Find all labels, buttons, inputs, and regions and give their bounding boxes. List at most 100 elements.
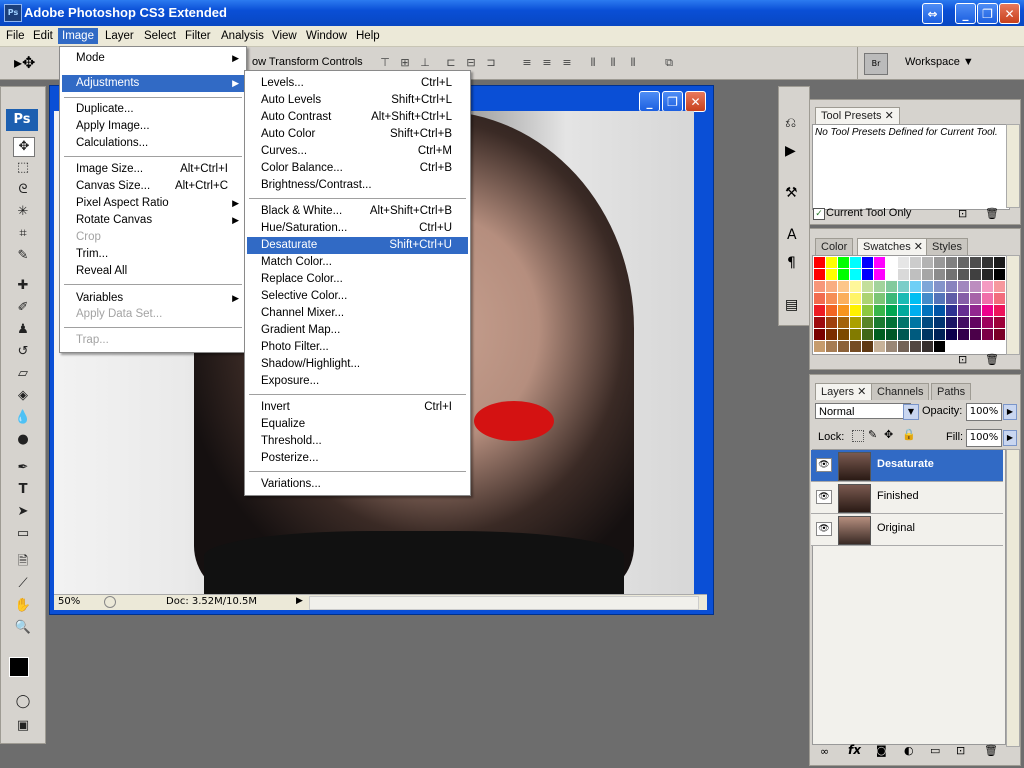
- screen-mode-icon[interactable]: ▣: [13, 717, 33, 735]
- menu-help[interactable]: Help: [352, 28, 384, 44]
- move-tool-icon[interactable]: ✥: [13, 137, 35, 157]
- color-swatch[interactable]: [958, 329, 969, 340]
- character-panel-icon[interactable]: A: [787, 227, 797, 243]
- color-swatch[interactable]: [994, 293, 1005, 304]
- dodge-tool-icon[interactable]: ●: [13, 431, 33, 449]
- color-swatch[interactable]: [898, 257, 909, 268]
- tab-tool-presets[interactable]: Tool Presets ✕: [815, 107, 900, 124]
- menu-item-variables[interactable]: Variables ▶: [62, 290, 244, 307]
- color-swatch[interactable]: [838, 305, 849, 316]
- healing-brush-icon[interactable]: ✚: [13, 277, 33, 295]
- new-swatch-icon[interactable]: ⊡: [958, 353, 967, 366]
- eye-icon[interactable]: 👁: [816, 458, 832, 472]
- actions-panel-icon[interactable]: ▶: [785, 143, 796, 159]
- color-swatch[interactable]: [934, 293, 945, 304]
- menu-item-match-color[interactable]: Match Color...: [247, 254, 468, 271]
- menu-item-black-white[interactable]: Black & White... Alt+Shift+Ctrl+B: [247, 203, 468, 220]
- menu-item-adjustments[interactable]: Adjustments ▶: [62, 75, 244, 92]
- tab-swatches[interactable]: Swatches ✕: [857, 238, 929, 255]
- color-swatch[interactable]: [862, 305, 873, 316]
- menu-item-channel-mixer[interactable]: Channel Mixer...: [247, 305, 468, 322]
- new-group-icon[interactable]: ▭: [930, 744, 940, 757]
- close-button[interactable]: ✕: [999, 3, 1020, 24]
- color-swatch[interactable]: [826, 317, 837, 328]
- color-swatch[interactable]: [862, 257, 873, 268]
- color-swatch[interactable]: [850, 341, 861, 352]
- color-swatch[interactable]: [910, 341, 921, 352]
- color-swatch[interactable]: [934, 341, 945, 352]
- color-swatch[interactable]: [886, 281, 897, 292]
- color-swatch[interactable]: [958, 281, 969, 292]
- swatch-grid[interactable]: [812, 255, 1008, 355]
- color-swatch[interactable]: [898, 341, 909, 352]
- color-swatch[interactable]: [970, 305, 981, 316]
- layer-row[interactable]: 👁 Desaturate: [811, 450, 1003, 482]
- color-swatch[interactable]: [898, 329, 909, 340]
- color-swatch[interactable]: [946, 293, 957, 304]
- color-swatch[interactable]: [970, 293, 981, 304]
- color-swatch[interactable]: [922, 329, 933, 340]
- menu-analysis[interactable]: Analysis: [217, 28, 268, 44]
- color-swatch[interactable]: [958, 257, 969, 268]
- marquee-tool-icon[interactable]: ⬚: [13, 159, 33, 177]
- menu-filter[interactable]: Filter: [181, 28, 215, 44]
- menu-window[interactable]: Window: [302, 28, 351, 44]
- color-swatch[interactable]: [982, 329, 993, 340]
- color-swatch[interactable]: [826, 257, 837, 268]
- lock-position-icon[interactable]: ✥: [884, 428, 893, 441]
- menu-item-duplicate[interactable]: Duplicate...: [62, 101, 244, 118]
- color-swatch[interactable]: [994, 305, 1005, 316]
- color-swatch[interactable]: [874, 305, 885, 316]
- chevron-right-icon[interactable]: ▶: [1003, 430, 1017, 446]
- restore-arrows-icon[interactable]: ⇔: [922, 3, 943, 24]
- color-swatch[interactable]: [874, 341, 885, 352]
- color-swatch[interactable]: [970, 281, 981, 292]
- color-swatch[interactable]: [886, 317, 897, 328]
- menu-item-calculations[interactable]: Calculations...: [62, 135, 244, 152]
- menu-item-mode[interactable]: Mode ▶: [62, 50, 244, 67]
- color-swatch[interactable]: [910, 293, 921, 304]
- color-swatch[interactable]: [922, 341, 933, 352]
- layer-row[interactable]: 👁 Finished: [811, 482, 1003, 514]
- menu-item-reveal-all[interactable]: Reveal All: [62, 263, 244, 280]
- color-swatch[interactable]: [934, 305, 945, 316]
- menu-item-auto-color[interactable]: Auto Color Shift+Ctrl+B: [247, 126, 468, 143]
- menu-item-hue-saturation[interactable]: Hue/Saturation... Ctrl+U: [247, 220, 468, 237]
- status-menu-arrow-icon[interactable]: ▶: [296, 596, 303, 606]
- color-swatch[interactable]: [814, 281, 825, 292]
- distribute-left-icon[interactable]: ⦀: [586, 56, 600, 70]
- layer-comps-icon[interactable]: ▤: [785, 297, 798, 313]
- color-swatch[interactable]: [946, 329, 957, 340]
- color-swatch[interactable]: [994, 329, 1005, 340]
- color-swatch[interactable]: [946, 281, 957, 292]
- color-swatch[interactable]: [838, 317, 849, 328]
- color-swatch[interactable]: [886, 269, 897, 280]
- tab-layers[interactable]: Layers ✕: [815, 383, 873, 400]
- swatches-scrollbar[interactable]: [1006, 255, 1020, 355]
- color-swatch[interactable]: [934, 269, 945, 280]
- color-swatch[interactable]: [982, 293, 993, 304]
- menu-edit[interactable]: Edit: [29, 28, 57, 44]
- color-swatch[interactable]: [922, 257, 933, 268]
- color-swatch[interactable]: [982, 281, 993, 292]
- color-swatch[interactable]: [874, 329, 885, 340]
- color-swatch[interactable]: [898, 269, 909, 280]
- menu-item-levels[interactable]: Levels... Ctrl+L: [247, 75, 468, 92]
- color-swatch[interactable]: [814, 269, 825, 280]
- menu-item-brightness-contrast[interactable]: Brightness/Contrast...: [247, 177, 468, 194]
- color-swatch[interactable]: [850, 329, 861, 340]
- menu-item-posterize[interactable]: Posterize...: [247, 450, 468, 467]
- tool-presets-dock-icon[interactable]: ⚒: [785, 185, 798, 201]
- color-swatch[interactable]: [874, 269, 885, 280]
- color-swatch[interactable]: [826, 341, 837, 352]
- notes-tool-icon[interactable]: 🗎: [13, 553, 33, 571]
- align-vcenter-icon[interactable]: ⊞: [398, 56, 412, 70]
- color-swatch[interactable]: [826, 305, 837, 316]
- menu-item-threshold[interactable]: Threshold...: [247, 433, 468, 450]
- align-bottom-icon[interactable]: ⊥: [418, 56, 432, 70]
- rectangle-tool-icon[interactable]: ▭: [13, 525, 33, 543]
- color-swatch[interactable]: [958, 269, 969, 280]
- menu-view[interactable]: View: [268, 28, 301, 44]
- color-swatch[interactable]: [970, 257, 981, 268]
- menu-item-desaturate[interactable]: Desaturate Shift+Ctrl+U: [247, 237, 468, 254]
